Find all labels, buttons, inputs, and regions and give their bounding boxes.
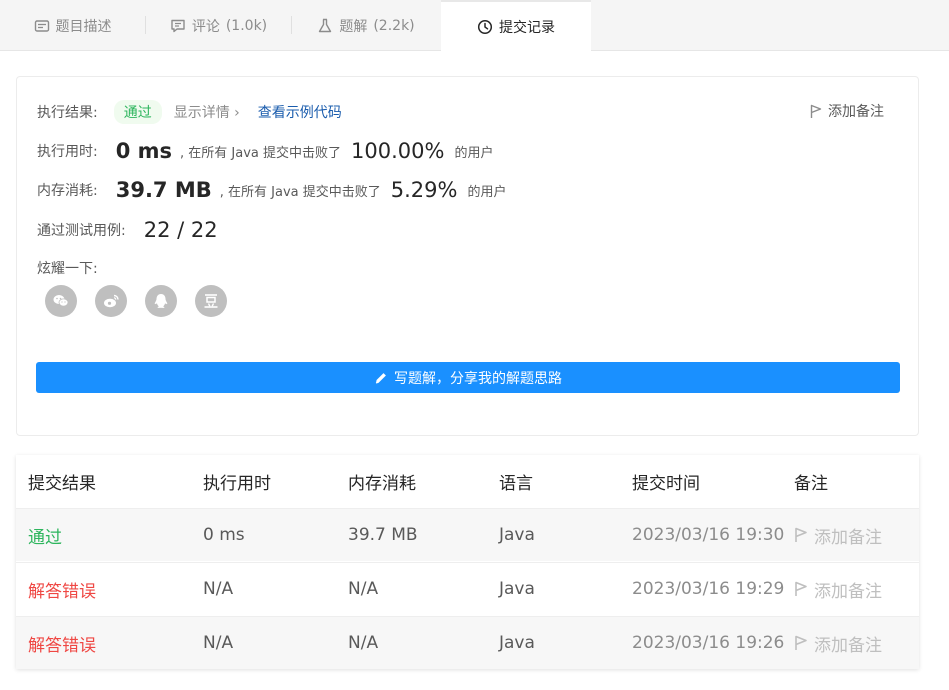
runtime-tail: 的用户 [454, 145, 494, 161]
row-add-note-label: 添加备注 [814, 635, 882, 656]
header-status: 提交结果 [28, 474, 96, 494]
row-add-note-button[interactable]: 添加备注 [794, 631, 882, 656]
tab-submissions-label: 提交记录 [499, 20, 555, 36]
qq-icon [154, 294, 168, 308]
runtime-percentile: 100.00% [351, 139, 445, 163]
memory-tail: 的用户 [467, 184, 507, 200]
row-memory: N/A [348, 633, 379, 653]
row-add-note-label: 添加备注 [814, 527, 882, 548]
header-submitted-time: 提交时间 [632, 474, 700, 494]
qq-share-button[interactable] [145, 285, 177, 317]
header-runtime: 执行用时 [203, 474, 271, 494]
table-row[interactable]: 解答错误 N/A N/A Java 2023/03/16 19:26 添加备注 [16, 616, 919, 669]
table-header: 提交结果 执行用时 内存消耗 语言 提交时间 备注 [16, 455, 919, 508]
row-submitted-time: 2023/03/16 19:30 [632, 525, 785, 545]
comment-icon [171, 19, 185, 32]
flask-icon [319, 18, 332, 32]
testcases-row: 通过测试用例: 22 / 22 [37, 218, 218, 242]
tab-comments-label: 评论 [191, 18, 220, 35]
clock-icon [477, 19, 493, 35]
memory-percentile: 5.29% [390, 178, 458, 202]
row-add-note-button[interactable]: 添加备注 [794, 523, 882, 548]
submissions-table: 提交结果 执行用时 内存消耗 语言 提交时间 备注 通过 0 ms 39.7 M… [16, 455, 919, 669]
tab-description[interactable]: 题目描述 [0, 0, 145, 51]
share-row: 炫耀一下: [37, 258, 98, 278]
row-memory: N/A [348, 579, 379, 599]
header-memory: 内存消耗 [348, 474, 416, 494]
row-runtime: N/A [203, 633, 234, 653]
tab-submissions[interactable]: 提交记录 [441, 0, 591, 52]
write-solution-label: 写题解，分享我的解题思路 [394, 370, 562, 387]
tab-comments[interactable]: 评论 (1.0k) [146, 0, 291, 51]
tab-solutions[interactable]: 题解 (2.2k) [292, 0, 440, 51]
douban-icon [204, 294, 218, 308]
add-note-label: 添加备注 [828, 104, 884, 120]
row-submitted-time: 2023/03/16 19:26 [632, 633, 785, 653]
write-solution-button[interactable]: 写题解，分享我的解题思路 [36, 362, 900, 393]
wechat-share-button[interactable] [45, 285, 77, 317]
share-label: 炫耀一下: [37, 261, 98, 277]
view-sample-code-link[interactable]: 查看示例代码 [258, 102, 342, 122]
wechat-icon [53, 295, 69, 307]
testcases-label: 通过测试用例: [37, 223, 126, 239]
table-row[interactable]: 通过 0 ms 39.7 MB Java 2023/03/16 19:30 添加… [16, 508, 919, 561]
header-note: 备注 [794, 474, 828, 494]
runtime-value: 0 ms [115, 139, 173, 163]
row-runtime: 0 ms [203, 525, 245, 545]
status-badge: 通过 [113, 100, 162, 124]
tab-description-label: 题目描述 [55, 18, 112, 35]
result-label: 执行结果: [37, 105, 98, 121]
flag-icon [810, 104, 822, 118]
flag-icon [795, 635, 807, 650]
result-card: 执行结果: 通过 显示详情 › 查看示例代码 添加备注 执行用时: 0 ms ,… [16, 76, 919, 436]
row-status[interactable]: 解答错误 [28, 631, 96, 656]
table-row[interactable]: 解答错误 N/A N/A Java 2023/03/16 19:29 添加备注 [16, 562, 919, 615]
row-runtime: N/A [203, 579, 234, 599]
memory-desc: , 在所有 Java 提交中击败了 [219, 184, 381, 200]
flag-icon [795, 527, 807, 542]
row-submitted-time: 2023/03/16 19:29 [632, 579, 785, 599]
runtime-row: 执行用时: 0 ms , 在所有 Java 提交中击败了 100.00% 的用户 [37, 139, 493, 163]
testcases-value: 22 / 22 [143, 218, 218, 242]
row-language: Java [499, 579, 535, 599]
header-language: 语言 [499, 474, 533, 494]
row-language: Java [499, 633, 535, 653]
tab-solutions-label: 题解 [339, 18, 368, 35]
runtime-desc: , 在所有 Java 提交中击败了 [180, 145, 342, 161]
share-buttons [45, 285, 227, 317]
row-status[interactable]: 通过 [28, 523, 62, 548]
runtime-label: 执行用时: [37, 144, 98, 160]
tab-bar: 题目描述 评论 (1.0k) 题解 (2.2k) 提交记录 [0, 0, 949, 52]
weibo-icon [104, 294, 119, 308]
row-status[interactable]: 解答错误 [28, 577, 96, 602]
description-icon [34, 19, 49, 32]
row-language: Java [499, 525, 535, 545]
add-note-button[interactable]: 添加备注 [810, 101, 884, 121]
flag-icon [795, 581, 807, 596]
tab-comments-count: (1.0k) [225, 17, 268, 34]
row-add-note-button[interactable]: 添加备注 [794, 577, 882, 602]
row-add-note-label: 添加备注 [814, 581, 882, 602]
row-memory: 39.7 MB [348, 525, 418, 545]
pencil-icon [375, 372, 386, 383]
tab-solutions-count: (2.2k) [373, 17, 415, 34]
weibo-share-button[interactable] [95, 285, 127, 317]
memory-label: 内存消耗: [37, 183, 98, 199]
memory-row: 内存消耗: 39.7 MB , 在所有 Java 提交中击败了 5.29% 的用… [37, 178, 506, 202]
memory-value: 39.7 MB [115, 178, 212, 202]
show-details-link[interactable]: 显示详情 › [174, 102, 240, 122]
douban-share-button[interactable] [195, 285, 227, 317]
submission-page: 执行结果: 通过 显示详情 › 查看示例代码 添加备注 执行用时: 0 ms ,… [0, 51, 949, 690]
result-row: 执行结果: 通过 显示详情 › 查看示例代码 [37, 100, 342, 124]
